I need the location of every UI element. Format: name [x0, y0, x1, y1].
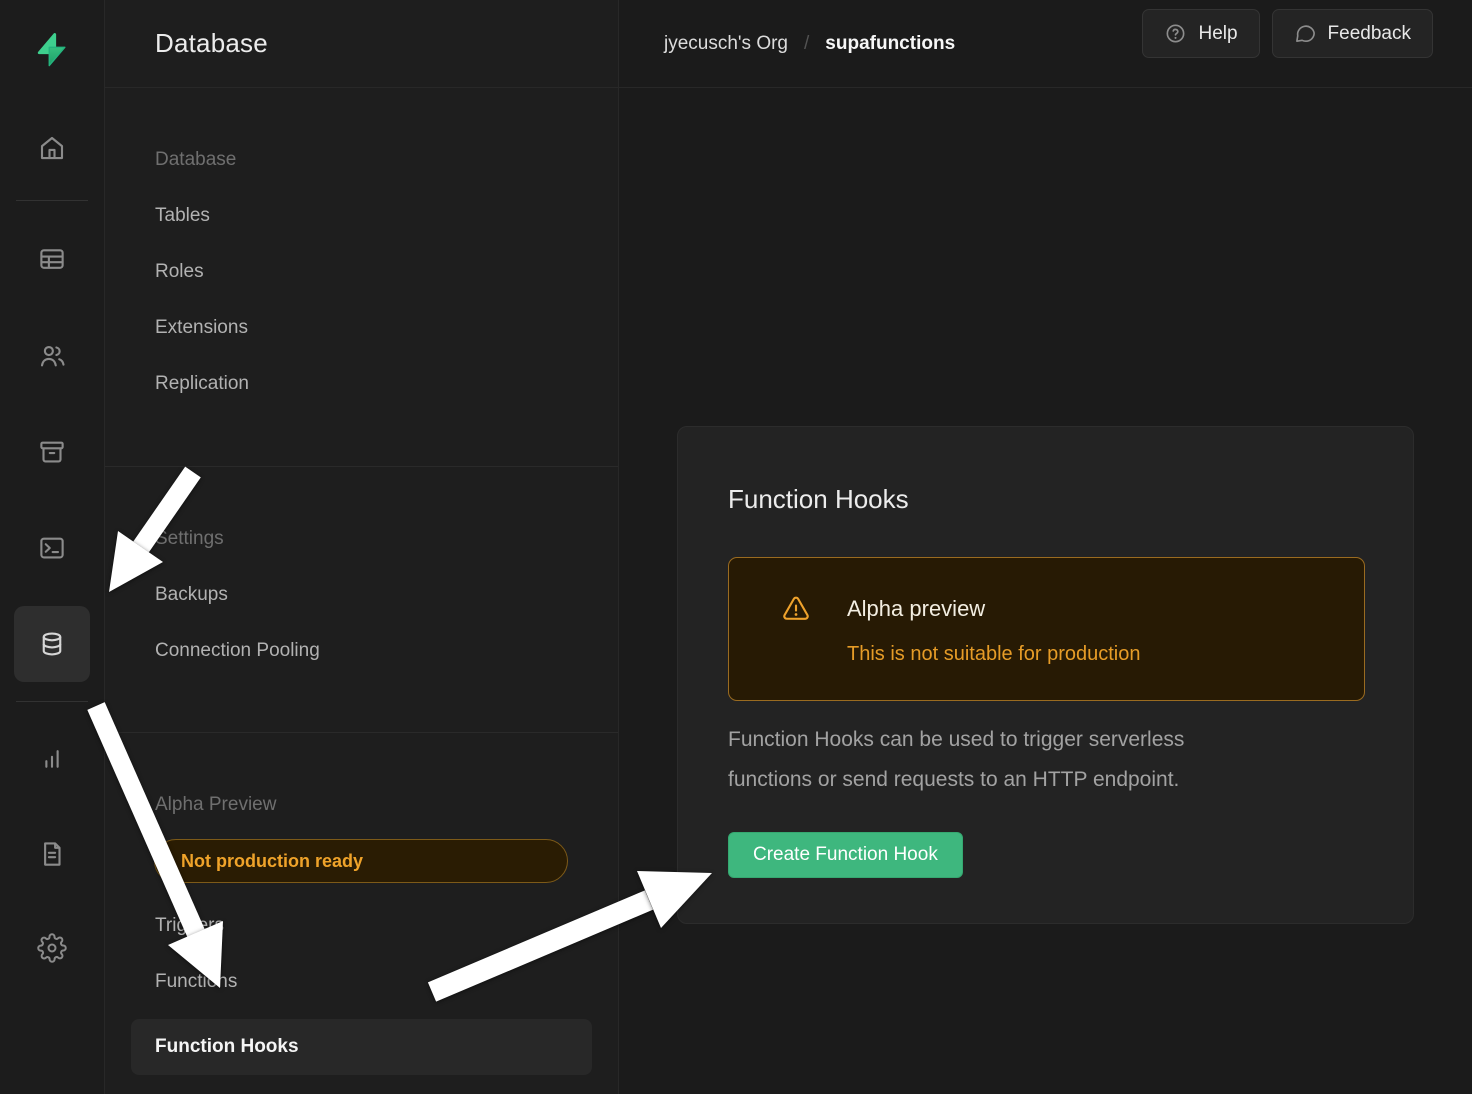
header-actions: Help Feedback — [1142, 9, 1433, 58]
sql-terminal-icon — [37, 533, 67, 563]
rail-item-auth[interactable] — [24, 328, 80, 384]
app-root: Database Database Tables Roles Extension… — [0, 0, 1472, 1094]
rail-item-sql-editor[interactable] — [24, 520, 80, 576]
table-editor-icon — [37, 244, 67, 274]
feedback-bubble-icon — [1294, 22, 1317, 45]
home-icon — [37, 133, 67, 163]
rail-item-database[interactable] — [14, 606, 90, 682]
rail-item-storage[interactable] — [24, 424, 80, 480]
rail-item-settings[interactable] — [24, 920, 80, 976]
card-description-line2: functions or send requests to an HTTP en… — [728, 760, 1363, 800]
not-production-ready-badge: Not production ready — [154, 839, 568, 883]
alert-description: This is not suitable for production — [847, 640, 1141, 668]
sidebar-item-extensions[interactable]: Extensions — [105, 300, 618, 356]
sidebar-item-connection-pooling[interactable]: Connection Pooling — [105, 623, 618, 679]
main-content: Function Hooks Alpha preview This is not… — [619, 426, 1472, 924]
group-header-database: Database — [105, 132, 618, 188]
sidebar-item-functions[interactable]: Functions — [105, 954, 618, 1010]
database-icon — [37, 629, 67, 659]
sidebar-title: Database — [155, 28, 268, 59]
sidebar-item-triggers[interactable]: Triggers — [105, 898, 618, 954]
breadcrumb: jyecusch's Org / supafunctions — [664, 33, 955, 55]
group-header-alpha-preview: Alpha Preview — [105, 777, 618, 833]
rail-item-reports[interactable] — [24, 730, 80, 786]
sidebar-header: Database — [105, 0, 618, 88]
nav-rail — [0, 0, 105, 1094]
storage-archive-icon — [37, 437, 67, 467]
feedback-button-label: Feedback — [1328, 23, 1411, 45]
settings-gear-icon — [37, 933, 67, 963]
alert-title: Alpha preview — [847, 594, 1141, 624]
rail-divider — [16, 200, 88, 201]
breadcrumb-org[interactable]: jyecusch's Org — [664, 33, 788, 55]
supabase-logo[interactable] — [24, 22, 80, 78]
main-header: jyecusch's Org / supafunctions Help — [619, 0, 1472, 88]
card-title: Function Hooks — [728, 483, 1363, 515]
breadcrumb-separator: / — [804, 33, 809, 55]
rail-item-home[interactable] — [24, 120, 80, 176]
database-sidebar: Database Database Tables Roles Extension… — [105, 0, 619, 1094]
reports-chart-icon — [37, 743, 67, 773]
card-description-line1: Function Hooks can be used to trigger se… — [728, 720, 1363, 760]
supabase-bolt-icon — [30, 28, 74, 72]
sidebar-item-replication[interactable]: Replication — [105, 356, 618, 412]
sidebar-group-alpha-preview: Alpha Preview Not production ready Trigg… — [105, 733, 618, 1075]
sidebar-group-database: Database Tables Roles Extensions Replica… — [105, 88, 618, 467]
sidebar-item-backups[interactable]: Backups — [105, 567, 618, 623]
alpha-preview-alert: Alpha preview This is not suitable for p… — [728, 557, 1365, 701]
auth-users-icon — [37, 341, 67, 371]
breadcrumb-project[interactable]: supafunctions — [825, 33, 955, 55]
sidebar-item-function-hooks[interactable]: Function Hooks — [131, 1019, 592, 1075]
help-circle-icon — [1164, 22, 1187, 45]
main-area: jyecusch's Org / supafunctions Help — [619, 0, 1472, 1094]
create-function-hook-button[interactable]: Create Function Hook — [728, 832, 963, 878]
sidebar-item-roles[interactable]: Roles — [105, 244, 618, 300]
rail-item-table-editor[interactable] — [24, 231, 80, 287]
alpha-badge-row: Not production ready — [105, 833, 618, 889]
group-header-settings: Settings — [105, 511, 618, 567]
help-button[interactable]: Help — [1142, 9, 1259, 58]
logs-file-icon — [37, 839, 67, 869]
sidebar-group-settings: Settings Backups Connection Pooling — [105, 467, 618, 733]
function-hooks-card: Function Hooks Alpha preview This is not… — [677, 426, 1414, 924]
rail-divider — [16, 701, 88, 702]
feedback-button[interactable]: Feedback — [1272, 9, 1433, 58]
help-button-label: Help — [1198, 23, 1237, 45]
sidebar-item-tables[interactable]: Tables — [105, 188, 618, 244]
rail-item-logs[interactable] — [24, 826, 80, 882]
warning-triangle-icon — [781, 594, 811, 624]
alert-text: Alpha preview This is not suitable for p… — [847, 558, 1141, 668]
